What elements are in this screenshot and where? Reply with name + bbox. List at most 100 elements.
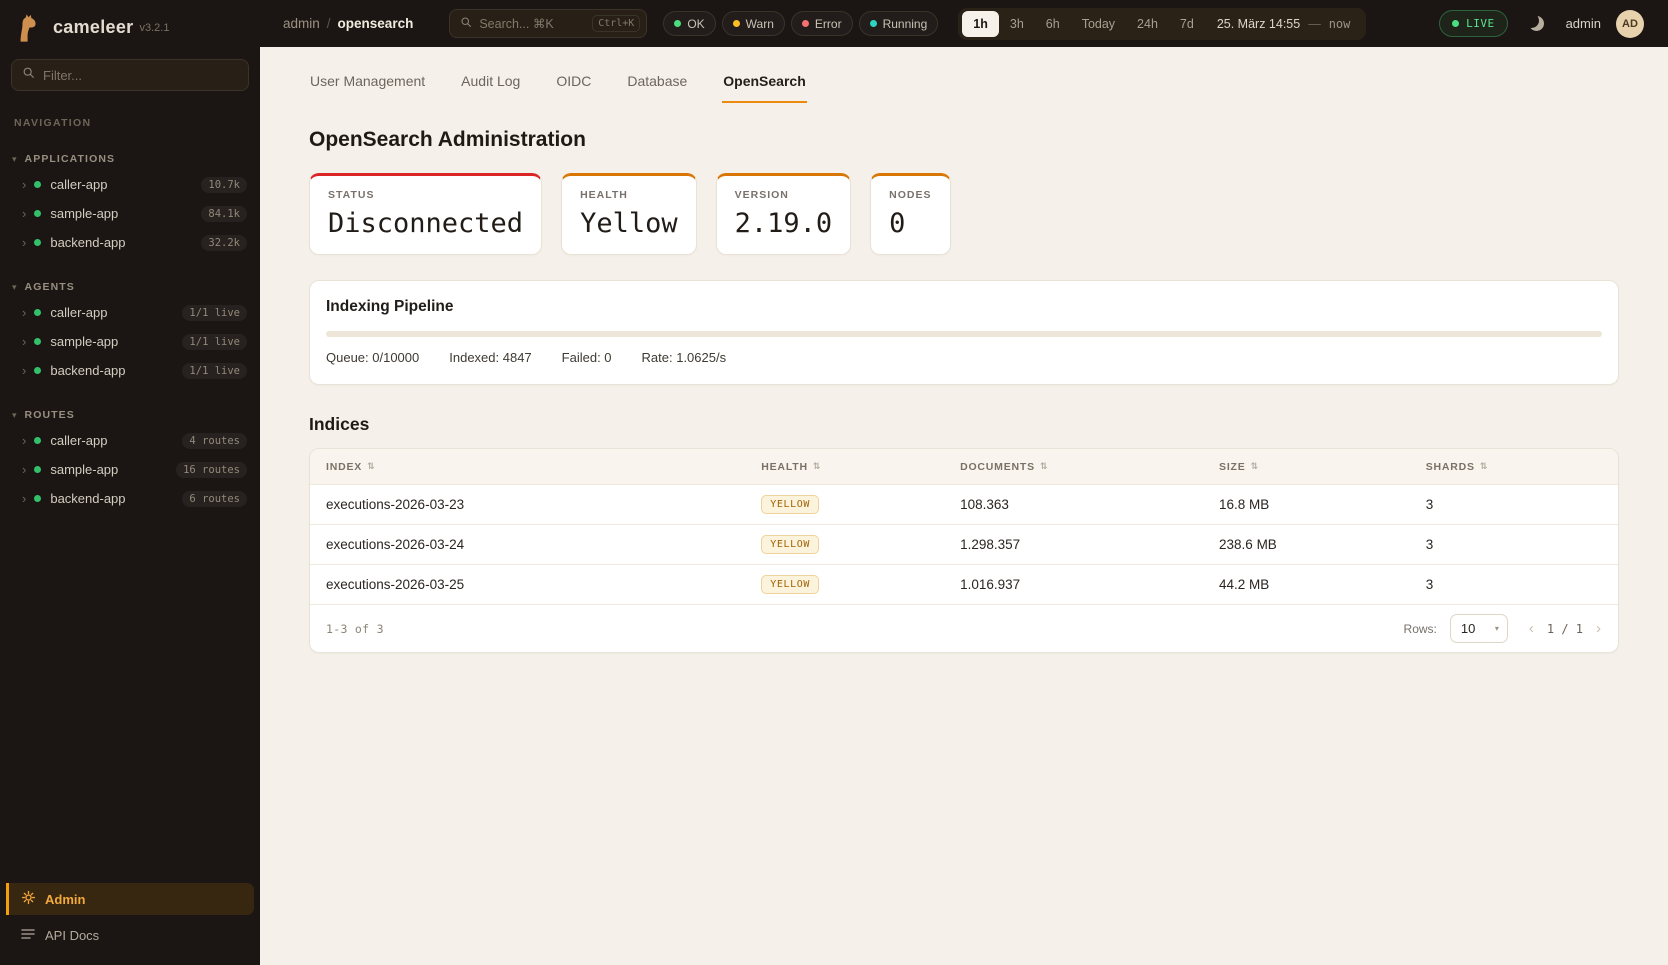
topbar: admin / opensearch Ctrl+K OK Warn	[260, 0, 1668, 47]
filter-chip-error[interactable]: Error	[791, 11, 853, 36]
sort-icon: ⇅	[1040, 461, 1048, 472]
pipeline-queue: Queue: 0/10000	[326, 350, 419, 365]
sidebar-item-app-caller-app[interactable]: › caller-app 10.7k	[0, 170, 260, 199]
filter-chip-running[interactable]: Running	[859, 11, 939, 36]
table-row[interactable]: executions-2026-03-24 YELLOW 1.298.357 2…	[310, 524, 1618, 564]
chevron-down-icon: ▾	[1495, 624, 1499, 633]
column-header-index[interactable]: INDEX ⇅	[310, 461, 761, 473]
sidebar-item-api-docs[interactable]: API Docs	[6, 919, 254, 951]
sidebar-item-app-sample-app[interactable]: › sample-app 84.1k	[0, 199, 260, 228]
section-header-applications[interactable]: ▾ APPLICATIONS	[0, 149, 260, 170]
sidebar-item-route-sample-app[interactable]: › sample-app 16 routes	[0, 455, 260, 484]
app-version: v3.2.1	[139, 22, 169, 34]
topbar-right: LIVE admin AD	[1439, 10, 1644, 38]
filter-chip-ok[interactable]: OK	[663, 11, 715, 36]
sidebar-item-route-caller-app[interactable]: › caller-app 4 routes	[0, 426, 260, 455]
global-search[interactable]: Ctrl+K	[449, 9, 647, 38]
tab-audit-log[interactable]: Audit Log	[460, 63, 521, 103]
sidebar-item-app-backend-app[interactable]: › backend-app 32.2k	[0, 228, 260, 257]
indices-title: Indices	[309, 414, 1619, 435]
cell-size: 16.8 MB	[1219, 497, 1426, 512]
status-dot	[34, 437, 41, 444]
sort-icon: ⇅	[367, 461, 375, 472]
sort-icon: ⇅	[1480, 461, 1488, 472]
avatar[interactable]: AD	[1616, 10, 1644, 38]
date-range-display[interactable]: 25. März 14:55 — now	[1217, 17, 1351, 31]
pipeline-indexed: Indexed: 4847	[449, 350, 531, 365]
tab-opensearch[interactable]: OpenSearch	[722, 63, 806, 103]
stat-card-status: STATUS Disconnected	[309, 173, 542, 255]
time-range-24h[interactable]: 24h	[1126, 11, 1169, 37]
rows-per-page-select[interactable]: 10 ▾	[1450, 614, 1508, 643]
live-toggle[interactable]: LIVE	[1439, 10, 1508, 37]
sidebar-item-admin[interactable]: Admin	[6, 883, 254, 915]
pagination: ‹ 1 / 1 ›	[1526, 620, 1604, 637]
content: User Management Audit Log OIDC Database …	[260, 47, 1668, 965]
caret-down-icon: ▾	[12, 154, 17, 165]
status-dot	[34, 239, 41, 246]
table-row[interactable]: executions-2026-03-23 YELLOW 108.363 16.…	[310, 484, 1618, 524]
breadcrumb-parent[interactable]: admin	[283, 16, 320, 31]
sidebar-item-agent-backend-app[interactable]: › backend-app 1/1 live	[0, 356, 260, 385]
navigation-label: NAVIGATION	[14, 117, 246, 129]
live-badge: 1/1 live	[182, 363, 247, 379]
filter-chip-warn[interactable]: Warn	[722, 11, 785, 36]
column-header-documents[interactable]: DOCUMENTS ⇅	[960, 461, 1219, 473]
search-shortcut-kbd: Ctrl+K	[592, 15, 640, 32]
column-header-shards[interactable]: SHARDS ⇅	[1426, 461, 1618, 473]
chevron-right-icon: ›	[22, 433, 26, 448]
dark-mode-toggle[interactable]	[1523, 10, 1551, 38]
health-badge: YELLOW	[761, 495, 819, 514]
app-logo[interactable]: cameleer v3.2.1	[0, 0, 260, 49]
time-range-3h[interactable]: 3h	[999, 11, 1035, 37]
sidebar-filter[interactable]	[11, 59, 249, 91]
sidebar-item-route-backend-app[interactable]: › backend-app 6 routes	[0, 484, 260, 513]
previous-page-button[interactable]: ‹	[1526, 620, 1537, 637]
search-input[interactable]	[479, 17, 585, 31]
time-range-control: 1h 3h 6h Today 24h 7d 25. März 14:55 — n…	[958, 8, 1366, 40]
status-dot	[34, 495, 41, 502]
routes-badge: 4 routes	[182, 433, 247, 449]
cell-shards: 3	[1426, 497, 1618, 512]
table-header-row: INDEX ⇅ HEALTH ⇅ DOCUMENTS ⇅ SIZE ⇅	[310, 449, 1618, 484]
pipeline-failed: Failed: 0	[562, 350, 612, 365]
running-dot	[870, 20, 877, 27]
time-range-today[interactable]: Today	[1071, 11, 1126, 37]
tab-oidc[interactable]: OIDC	[555, 63, 592, 103]
sidebar-item-agent-sample-app[interactable]: › sample-app 1/1 live	[0, 327, 260, 356]
nav-section-routes: ▾ ROUTES › caller-app 4 routes › sample-…	[0, 405, 260, 513]
table-row[interactable]: executions-2026-03-25 YELLOW 1.016.937 4…	[310, 564, 1618, 604]
cell-health: YELLOW	[761, 575, 960, 594]
sidebar-footer: Admin API Docs	[0, 883, 260, 965]
page-indicator: 1 / 1	[1547, 622, 1583, 636]
ok-dot	[674, 20, 681, 27]
pipeline-stats: Queue: 0/10000 Indexed: 4847 Failed: 0 R…	[326, 350, 1602, 365]
nav-section-agents: ▾ AGENTS › caller-app 1/1 live › sample-…	[0, 277, 260, 385]
status-dot	[34, 466, 41, 473]
column-header-health[interactable]: HEALTH ⇅	[761, 461, 960, 473]
chevron-right-icon: ›	[22, 177, 26, 192]
time-range-1h[interactable]: 1h	[962, 11, 999, 37]
cell-documents: 108.363	[960, 497, 1219, 512]
sidebar-item-agent-caller-app[interactable]: › caller-app 1/1 live	[0, 298, 260, 327]
section-header-agents[interactable]: ▾ AGENTS	[0, 277, 260, 298]
status-value: Disconnected	[328, 208, 523, 239]
filter-input[interactable]	[43, 68, 238, 83]
cell-shards: 3	[1426, 577, 1618, 592]
rows-per-page-label: Rows:	[1404, 622, 1437, 636]
sort-icon: ⇅	[1251, 461, 1259, 472]
tab-user-management[interactable]: User Management	[309, 63, 426, 103]
caret-down-icon: ▾	[12, 410, 17, 421]
section-header-routes[interactable]: ▾ ROUTES	[0, 405, 260, 426]
time-range-7d[interactable]: 7d	[1169, 11, 1205, 37]
next-page-button[interactable]: ›	[1593, 620, 1604, 637]
error-dot	[802, 20, 809, 27]
column-header-size[interactable]: SIZE ⇅	[1219, 461, 1426, 473]
page-title: OpenSearch Administration	[309, 128, 1619, 152]
routes-badge: 6 routes	[182, 491, 247, 507]
pipeline-rate: Rate: 1.0625/s	[642, 350, 727, 365]
chevron-right-icon: ›	[22, 491, 26, 506]
status-dot	[34, 181, 41, 188]
tab-database[interactable]: Database	[626, 63, 688, 103]
time-range-6h[interactable]: 6h	[1035, 11, 1071, 37]
